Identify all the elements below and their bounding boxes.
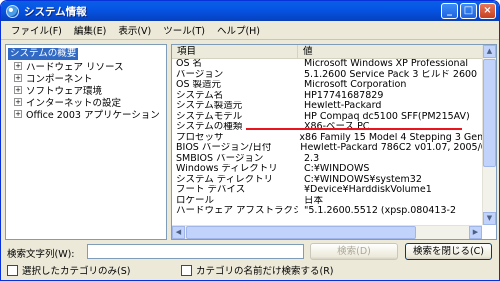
table-row[interactable]: ハードウェア アブストラクション "5.1.2600.5512 (xpsp.080… (172, 206, 496, 217)
row-item: バージョン (176, 69, 224, 80)
minimize-button[interactable]: _ (441, 3, 458, 19)
scroll-down-icon[interactable]: ▼ (483, 212, 496, 225)
row-item: ロケール (176, 195, 215, 206)
window-controls: _ □ × (441, 3, 496, 19)
find-button[interactable]: 検索(D) (310, 243, 398, 260)
list-header: 項目 値 (172, 45, 496, 59)
table-row[interactable]: システムモデル HP Compaq dc5100 SFF(PM215AV) (172, 112, 496, 123)
table-row[interactable]: SMBIOS バージョン 2.3 (172, 154, 496, 165)
row-value: Microsoft Windows XP Professional (304, 59, 469, 69)
vertical-scroll-thumb[interactable] (483, 59, 496, 167)
table-row[interactable]: プロセッサ x86 Family 15 Model 4 Stepping 3 Ge… (172, 133, 496, 144)
system-info-window: システム情報 _ □ × ファイル(F) 編集(E) 表示(V) ツール(T) … (0, 0, 500, 281)
expand-icon[interactable]: + (14, 74, 22, 82)
row-value: Hewlett-Packard 786C2 v01.07, 2005/08/2 (300, 143, 496, 153)
menu-bar: ファイル(F) 編集(E) 表示(V) ツール(T) ヘルプ(H) (1, 21, 499, 40)
row-item: システム名 (176, 90, 224, 101)
category-names-only-checkbox[interactable]: カテゴリの名前だけ検索する(R) (181, 263, 334, 277)
row-value: C:¥WINDOWS¥system32 (304, 174, 422, 185)
row-value: ¥Device¥HarddiskVolume1 (304, 185, 432, 195)
expand-icon[interactable]: + (14, 86, 22, 94)
table-row[interactable]: バージョン 5.1.2600 Service Pack 3 ビルド 2600 (172, 70, 496, 81)
row-value: Microsoft Corporation (304, 80, 407, 90)
table-row[interactable]: システム名 HP17741687829 (172, 91, 496, 102)
window-title: システム情報 (24, 5, 87, 18)
scroll-left-icon[interactable]: ◀ (172, 226, 185, 239)
row-value: HP Compaq dc5100 SFF(PM215AV) (304, 111, 470, 122)
table-row[interactable]: ブート デバイス ¥Device¥HarddiskVolume1 (172, 185, 496, 196)
row-item: プロセッサ (176, 132, 224, 143)
details-list: 項目 値 OS 名 Microsoft Windows XP Profession… (171, 44, 497, 240)
category-tree: システムの概要 + ハードウェア リソース + コンポーネント + ソフトウェア… (5, 44, 167, 240)
scroll-up-icon[interactable]: ▲ (483, 45, 496, 58)
row-value: x86 Family 15 Model 4 Stepping 3 Genuine (299, 132, 496, 143)
system-info-icon (6, 4, 19, 18)
table-row[interactable]: BIOS バージョン/日付 Hewlett-Packard 786C2 v01.0… (172, 143, 496, 154)
list-rows: OS 名 Microsoft Windows XP Professional バージ… (172, 59, 496, 217)
column-header-value[interactable]: 値 (298, 45, 496, 59)
tree-item-label: Office 2003 アプリケーション (26, 110, 160, 121)
table-row[interactable]: OS 名 Microsoft Windows XP Professional (172, 59, 496, 70)
row-item: システム製造元 (176, 101, 243, 111)
row-value: Hewlett-Packard (304, 101, 382, 111)
menu-view[interactable]: 表示(V) (112, 23, 157, 37)
row-value: C:¥WINDOWS (304, 164, 370, 174)
horizontal-scrollbar[interactable]: ◀ ▶ (172, 225, 482, 239)
row-item: ブート デバイス (176, 185, 246, 195)
title-bar[interactable]: システム情報 _ □ × (1, 1, 499, 21)
row-value: 5.1.2600 Service Pack 3 ビルド 2600 (304, 69, 478, 80)
close-search-button[interactable]: 検索を閉じる(C) (405, 243, 492, 260)
row-item: OS 製造元 (176, 80, 222, 90)
vertical-scrollbar[interactable]: ▲ ▼ (482, 45, 496, 225)
expand-icon[interactable]: + (14, 98, 22, 106)
menu-tools[interactable]: ツール(T) (157, 23, 211, 37)
expand-icon[interactable]: + (14, 110, 22, 118)
row-item: システム ディレクトリ (176, 174, 274, 185)
selected-category-only-checkbox[interactable]: 選択したカテゴリのみ(S) (7, 263, 130, 277)
maximize-button[interactable]: □ (460, 3, 477, 19)
row-value: 2.3 (304, 153, 320, 164)
row-value: HP17741687829 (304, 90, 384, 101)
search-label: 検索文字列(W): (7, 249, 75, 260)
table-row[interactable]: システム ディレクトリ C:¥WINDOWS¥system32 (172, 175, 496, 186)
table-row[interactable]: ロケール 日本 (172, 196, 496, 207)
horizontal-scroll-thumb[interactable] (186, 226, 416, 239)
annotation-underline (246, 128, 462, 130)
table-row[interactable]: Windows ディレクトリ C:¥WINDOWS (172, 164, 496, 175)
row-item: ハードウェア アブストラクション (176, 206, 298, 216)
table-row[interactable]: システム製造元 Hewlett-Packard (172, 101, 496, 112)
scroll-right-icon[interactable]: ▶ (469, 226, 482, 239)
row-item: BIOS バージョン/日付 (176, 143, 272, 153)
row-item: OS 名 (176, 59, 203, 69)
tree-item-office-2003[interactable]: + Office 2003 アプリケーション (14, 108, 164, 121)
checkbox-icon[interactable] (181, 264, 192, 276)
checkbox-label: 選択したカテゴリのみ(S) (22, 266, 131, 277)
close-button[interactable]: × (479, 3, 496, 19)
column-header-item[interactable]: 項目 (172, 45, 298, 59)
row-value: "5.1.2600.5512 (xpsp.080413-2 (304, 206, 456, 216)
checkbox-label: カテゴリの名前だけ検索する(R) (196, 266, 334, 277)
menu-file[interactable]: ファイル(F) (5, 23, 68, 37)
row-item: Windows ディレクトリ (176, 164, 278, 174)
row-value: 日本 (304, 195, 324, 206)
table-row[interactable]: OS 製造元 Microsoft Corporation (172, 80, 496, 91)
menu-edit[interactable]: 編集(E) (68, 23, 112, 37)
expand-icon[interactable]: + (14, 62, 22, 70)
row-item: システムモデル (176, 111, 243, 122)
row-item: SMBIOS バージョン (176, 153, 264, 164)
search-input[interactable] (87, 244, 304, 259)
menu-help[interactable]: ヘルプ(H) (211, 23, 266, 37)
checkbox-icon[interactable] (7, 264, 18, 276)
